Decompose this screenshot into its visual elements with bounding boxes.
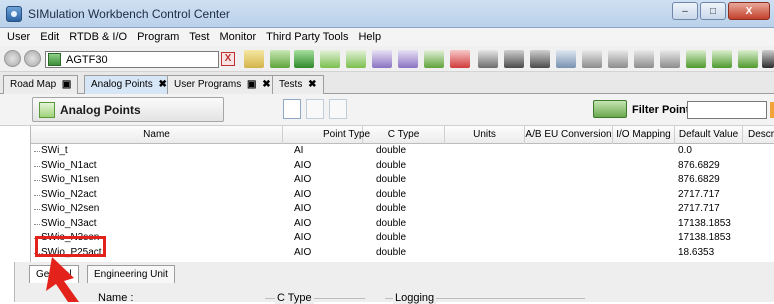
arrow-icon (46, 257, 79, 302)
arrow-annotation (46, 257, 79, 302)
